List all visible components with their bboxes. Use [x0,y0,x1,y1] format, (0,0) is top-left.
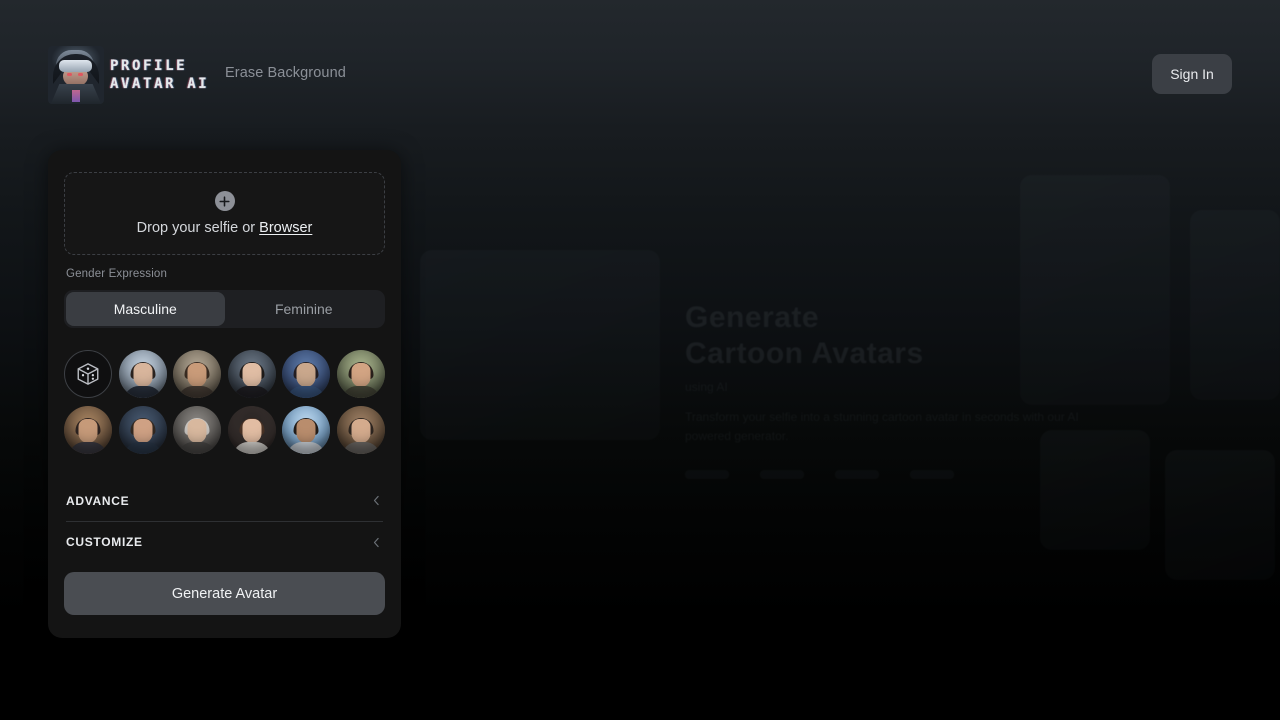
style-avatar-4[interactable] [282,350,331,398]
options-accordion: ADVANCE CUSTOMIZE [66,480,383,562]
bg-strip-2 [760,470,804,479]
upload-dropzone[interactable]: Drop your selfie or Browser [64,172,385,255]
generate-avatar-button[interactable]: Generate Avatar [64,572,385,615]
logo[interactable]: PROFILE AVATAR AI [48,46,209,104]
chevron-left-icon [370,494,383,507]
vr-avatar-logo-icon [48,46,104,104]
avatar-control-panel: Drop your selfie or Browser Gender Expre… [48,150,401,638]
accordion-customize-label: CUSTOMIZE [66,535,143,549]
bg-card-right-b [1190,210,1280,400]
style-avatar-10[interactable] [282,406,331,454]
bg-strip-4 [910,470,954,479]
hero-body: Transform your selfie into a stunning ca… [685,410,1079,443]
accordion-advance-label: ADVANCE [66,493,130,508]
style-avatar-6[interactable] [64,406,113,454]
plus-icon [214,191,235,211]
hero-title: Generate Cartoon Avatars [685,301,924,370]
browse-link[interactable]: Browser [259,220,312,236]
bg-strip-1 [685,470,729,479]
gender-expression-label: Gender Expression [66,268,167,280]
accordion-advance[interactable]: ADVANCE [66,480,383,521]
hero-subtitle: using AI [685,380,728,394]
style-avatar-9[interactable] [227,406,276,454]
style-avatar-2[interactable] [173,350,222,398]
dropzone-label: Drop your selfie or Browser [137,220,313,236]
background-hero: Generate Cartoon Avatars using AI Transfo… [420,120,1280,640]
logo-line-2: AVATAR AI [110,75,210,92]
dropzone-text: Drop your selfie or [136,220,260,236]
chevron-left-icon [370,536,383,549]
sign-in-button[interactable]: Sign In [1152,54,1232,94]
logo-line-1: PROFILE [110,57,188,74]
gender-expression-toggle: Masculine Feminine [64,290,385,328]
style-avatar-5[interactable] [336,350,385,398]
style-avatar-11[interactable] [336,406,385,454]
style-avatar-grid [64,350,385,454]
nav-erase-background[interactable]: Erase Background [225,65,346,81]
bg-strip-3 [835,470,879,479]
bg-card-right-a [1020,175,1170,405]
bg-card-left [420,250,660,440]
accordion-customize[interactable]: CUSTOMIZE [66,521,383,562]
style-avatar-3[interactable] [227,350,276,398]
app-root: Generate Cartoon Avatars using AI Transfo… [0,0,1280,720]
gender-option-masculine[interactable]: Masculine [66,292,225,326]
style-avatar-1[interactable] [118,350,167,398]
site-header: PROFILE AVATAR AI Erase Background Sign … [0,0,1280,148]
style-random-button[interactable] [64,350,113,398]
bg-card-right-c [1040,430,1150,550]
bg-card-right-d [1165,450,1275,580]
gender-option-feminine[interactable]: Feminine [225,292,384,326]
style-avatar-8[interactable] [173,406,222,454]
style-avatar-7[interactable] [118,406,167,454]
